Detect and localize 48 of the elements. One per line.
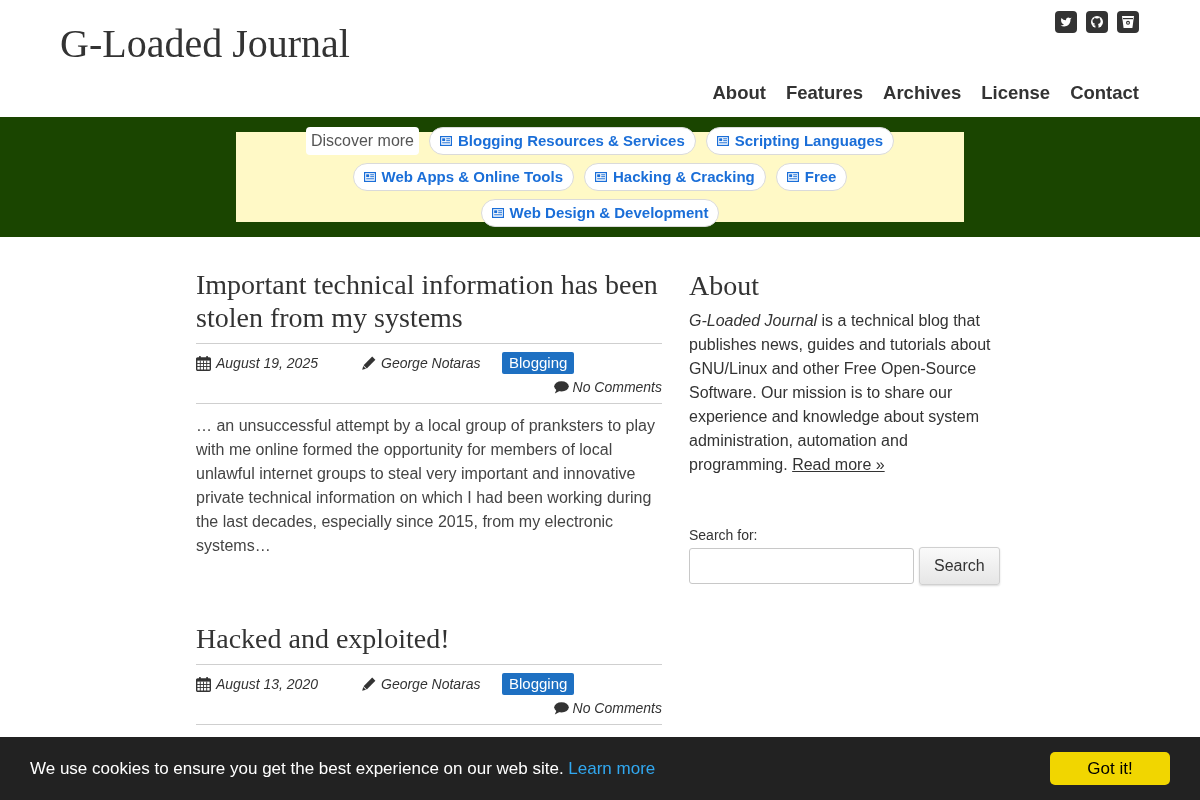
category-badge[interactable]: Blogging bbox=[502, 352, 575, 374]
topic-chip[interactable]: Web Design & Development bbox=[480, 199, 720, 227]
newspaper-icon bbox=[363, 172, 376, 182]
calendar-icon bbox=[196, 676, 211, 692]
newspaper-icon bbox=[716, 136, 729, 146]
author-link[interactable]: George Notaras bbox=[381, 352, 481, 374]
got-it-button[interactable]: Got it! bbox=[1050, 752, 1170, 785]
newspaper-icon bbox=[595, 172, 607, 182]
bird-icon[interactable] bbox=[1055, 11, 1077, 33]
comments-link[interactable]: No Comments bbox=[572, 376, 662, 398]
about-text: G-Loaded Journal is a technical blog that publishes news, guides and tutorials about GNU/Linux and other Free Open-Source Software. Our mission is to share our experience and knowledge about system administration, automation and programming. Read more » bbox=[689, 311, 992, 475]
speech-bubble-icon bbox=[553, 701, 569, 715]
post-title[interactable]: Important technical information has been stolen from my systems bbox=[196, 268, 662, 334]
discover-label: Discover more bbox=[305, 127, 419, 155]
topic-chip[interactable]: Web Apps & Online Tools bbox=[352, 163, 574, 191]
sidebar-heading: About bbox=[689, 269, 760, 302]
category-badge[interactable]: Blogging bbox=[502, 673, 575, 695]
topic-chip[interactable]: Scripting Languages bbox=[705, 127, 895, 155]
topic-chip[interactable]: Blogging Resources & Services bbox=[429, 127, 696, 155]
post-title[interactable]: Hacked and exploited! bbox=[196, 622, 662, 655]
post-date: August 19, 2025 bbox=[216, 353, 318, 373]
newspaper-icon bbox=[786, 172, 799, 182]
post-date: August 13, 2020 bbox=[216, 674, 318, 694]
site-title[interactable]: G-Loaded Journal bbox=[60, 0, 350, 67]
comments-link[interactable]: No Comments bbox=[572, 697, 662, 719]
author-link[interactable]: George Notaras bbox=[381, 673, 481, 695]
nav-link[interactable]: Archives bbox=[883, 82, 962, 104]
post-excerpt: … an unsuccessful attempt by a local group of pranksters to play with me online formed the opportunity for members of local unlawful internet groups to steal very important and innovative private technical information on which I had been working during the last decades, especially since 2015, from my electronic systems… bbox=[196, 416, 656, 556]
cat-silhouette-icon[interactable] bbox=[1086, 11, 1108, 33]
search-label: Search for: bbox=[689, 527, 759, 544]
topic-chip[interactable]: Hacking & Cracking bbox=[584, 163, 766, 191]
read-more-link[interactable]: Read more » bbox=[792, 456, 885, 473]
calendar-icon bbox=[196, 355, 211, 371]
speech-bubble-icon bbox=[553, 380, 569, 394]
newspaper-icon bbox=[491, 208, 504, 218]
nav-link[interactable]: License bbox=[981, 82, 1051, 104]
pencil-icon bbox=[362, 677, 376, 691]
topic-chip[interactable]: Free bbox=[775, 163, 848, 191]
search-button[interactable]: Search bbox=[919, 547, 1000, 585]
nav-link[interactable]: Features bbox=[785, 82, 864, 104]
nav-link[interactable]: About bbox=[712, 82, 766, 104]
learn-more-link[interactable]: Learn more bbox=[568, 758, 656, 778]
pencil-icon bbox=[362, 356, 376, 370]
cookie-message: We use cookies to ensure you get the best experience on our web site. Learn more bbox=[30, 757, 656, 780]
nav-link[interactable]: Contact bbox=[1070, 82, 1139, 104]
search-field[interactable] bbox=[689, 548, 914, 584]
newspaper-icon bbox=[440, 136, 452, 146]
bucket-icon[interactable] bbox=[1117, 11, 1139, 33]
